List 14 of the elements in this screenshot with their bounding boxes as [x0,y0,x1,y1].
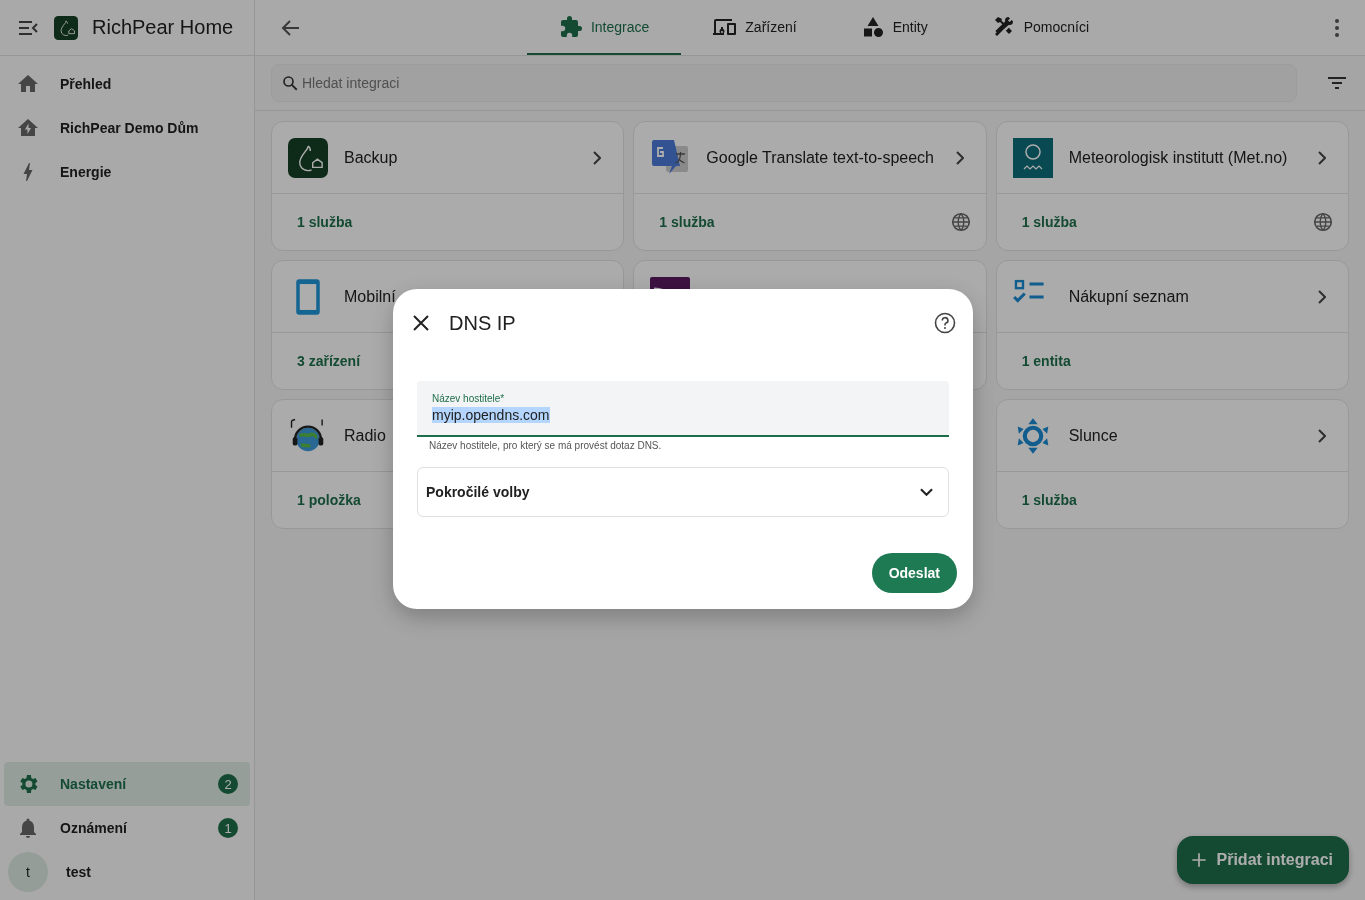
count-badge: 2 [218,774,238,794]
avatar: t [8,852,48,892]
dialog-title: DNS IP [449,311,517,335]
integration-name: Slunce [1068,426,1119,445]
integration-name: Nákupní seznam [1068,287,1190,306]
count-badge: 1 [218,818,238,838]
field-value: myip.opendns.com [432,407,550,423]
integration-name: Google Translate text-to-speech [706,148,935,167]
helper-text: Název hostitele, pro který se má provést dotaz DNS. [429,440,663,451]
app-title: RichPear Home [92,16,234,39]
integration-name: Meteorologisk institutt (Met.no) [1068,148,1289,167]
integration-name: Backup [344,148,399,167]
integration-name: Mobilní [344,287,397,306]
field-label: Název hostitele* [432,393,506,404]
